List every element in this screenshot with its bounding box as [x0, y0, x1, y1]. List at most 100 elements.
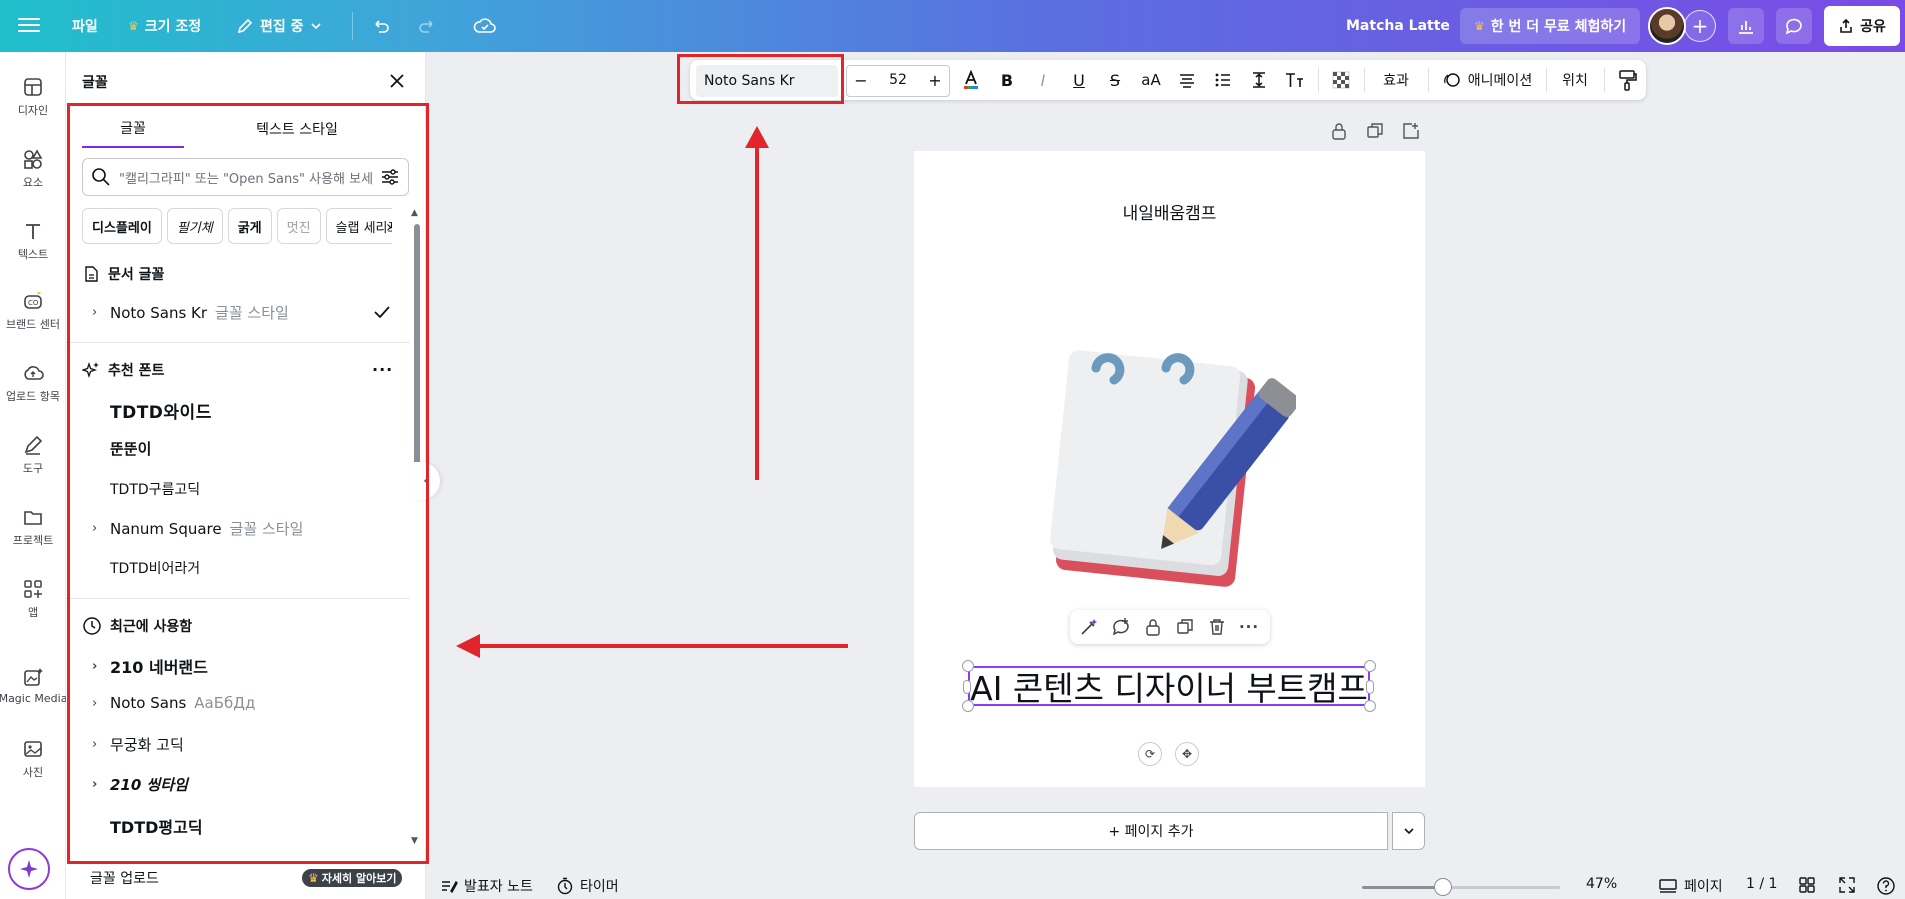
free-trial-button[interactable]: ♛ 한 번 더 무료 체험하기: [1460, 8, 1641, 44]
avatar[interactable]: [1648, 7, 1686, 45]
zoom-slider-knob[interactable]: [1434, 878, 1452, 896]
position-button[interactable]: 위치: [1554, 60, 1596, 100]
redo-icon[interactable]: [412, 11, 442, 41]
upload-font-link[interactable]: 글꼴 업로드: [90, 868, 159, 888]
rail-tools[interactable]: 도구: [0, 434, 66, 476]
project-name[interactable]: Matcha Latte: [1346, 0, 1450, 52]
resize-handle[interactable]: [962, 660, 974, 672]
italic-icon[interactable]: I: [1028, 60, 1058, 100]
divider: [1604, 68, 1605, 92]
text-size-icon[interactable]: [1280, 60, 1310, 100]
timer-button[interactable]: 타이머: [556, 876, 619, 896]
file-menu[interactable]: 파일: [72, 0, 98, 52]
comment-add-icon[interactable]: [1110, 616, 1132, 638]
side-handle[interactable]: [963, 680, 971, 694]
strikethrough-icon[interactable]: S: [1100, 60, 1130, 100]
underline-icon[interactable]: U: [1064, 60, 1094, 100]
panel-title: 글꼴: [82, 75, 108, 91]
bold-icon[interactable]: B: [992, 60, 1022, 100]
move-icon[interactable]: ✥: [1175, 742, 1199, 766]
rail-text[interactable]: 텍스트: [0, 220, 66, 262]
top-bar: 파일 ♛ 크기 조정 편집 중 Matcha Latte ♛ 한 번 더 무료 …: [0, 0, 1905, 52]
rail-tools-label: 도구: [22, 462, 44, 475]
notes-icon: [442, 880, 458, 894]
rail-elements-label: 요소: [22, 176, 44, 189]
rail-uploads[interactable]: 업로드 항목: [0, 362, 66, 404]
learn-more-badge[interactable]: ♛ 자세히 알아보기: [302, 869, 403, 887]
divider: [1546, 68, 1547, 92]
resize-handle[interactable]: [962, 700, 974, 712]
resize-handle[interactable]: [1364, 660, 1376, 672]
rail-photos[interactable]: 사진: [0, 738, 66, 780]
divider: [352, 12, 353, 40]
text-color-icon[interactable]: [956, 60, 986, 100]
presenter-notes-button[interactable]: 발표자 노트: [440, 876, 533, 896]
transparency-icon[interactable]: [1326, 60, 1356, 100]
canvas-title-text[interactable]: AI 콘텐츠 디자이너 부트캠프: [968, 666, 1370, 708]
effects-label: 효과: [1383, 73, 1409, 89]
annotation-arrow-left-line: [476, 644, 848, 648]
trash-icon[interactable]: [1206, 616, 1228, 638]
rail-apps[interactable]: 앱: [0, 578, 66, 620]
add-page-label: + 페이지 추가: [1108, 824, 1194, 840]
font-size-input[interactable]: 52: [876, 60, 920, 100]
page-count: 1 / 1: [1746, 876, 1777, 892]
insights-icon[interactable]: [1728, 8, 1764, 44]
bullet-list-icon[interactable]: [1208, 60, 1238, 100]
grid-view-icon[interactable]: [1798, 876, 1816, 894]
rail-design[interactable]: 디자인: [0, 76, 66, 118]
zoom-level[interactable]: 47%: [1586, 876, 1617, 892]
resize-handle[interactable]: [1364, 700, 1376, 712]
more-options-icon[interactable]: ···: [1238, 616, 1260, 638]
add-collaborator-button[interactable]: +: [1684, 10, 1716, 42]
lock-icon[interactable]: [1328, 120, 1350, 142]
rail-brand[interactable]: CO 브랜드 센터: [0, 290, 66, 332]
letter-case-icon[interactable]: aA: [1136, 60, 1166, 100]
cloud-saved-icon[interactable]: [470, 11, 500, 41]
close-icon[interactable]: [386, 70, 408, 92]
magic-assistant-button[interactable]: [8, 848, 50, 890]
increase-size-button[interactable]: +: [922, 60, 948, 100]
rotate-icon[interactable]: ⟳: [1138, 742, 1162, 766]
presenter-notes-label: 발표자 노트: [464, 879, 533, 895]
rail-magic-media-label: Magic Media: [0, 692, 68, 705]
add-page-button[interactable]: + 페이지 추가: [914, 812, 1388, 850]
magic-edit-icon[interactable]: [1078, 616, 1100, 638]
cloud-upload-icon: [24, 366, 44, 380]
copy-style-icon[interactable]: [1612, 60, 1642, 100]
photo-icon: [24, 741, 42, 757]
project-name-label: Matcha Latte: [1346, 18, 1450, 34]
editing-mode-button[interactable]: 편집 중: [236, 0, 322, 52]
page-header-text[interactable]: 내일배움캠프: [914, 199, 1425, 224]
decrease-size-button[interactable]: −: [848, 60, 874, 100]
duplicate-icon[interactable]: [1174, 616, 1196, 638]
apps-icon: [24, 580, 42, 598]
fullscreen-icon[interactable]: [1838, 876, 1856, 894]
rail-projects[interactable]: 프로젝트: [0, 506, 66, 548]
annotation-arrowhead-left: [456, 634, 480, 658]
comment-icon[interactable]: [1776, 8, 1812, 44]
add-page-icon[interactable]: [1400, 120, 1422, 142]
animation-button[interactable]: 애니메이션: [1436, 60, 1538, 100]
zoom-slider-fill: [1362, 886, 1442, 889]
duplicate-page-icon[interactable]: [1364, 120, 1386, 142]
line-spacing-icon[interactable]: [1244, 60, 1274, 100]
notebook-pencil-illustration[interactable]: [1036, 340, 1296, 600]
resize-button[interactable]: ♛ 크기 조정: [128, 0, 201, 52]
help-icon[interactable]: [1876, 876, 1896, 896]
share-label: 공유: [1860, 19, 1886, 35]
rail-magic-media[interactable]: Magic Media: [0, 666, 68, 705]
pages-button[interactable]: 페이지: [1658, 876, 1723, 896]
free-trial-label: 한 번 더 무료 체험하기: [1490, 19, 1627, 35]
undo-icon[interactable]: [366, 11, 396, 41]
zoom-value: 47%: [1586, 876, 1618, 892]
rail-elements[interactable]: 요소: [0, 148, 66, 190]
share-button[interactable]: 공유: [1824, 6, 1900, 46]
align-center-icon[interactable]: [1172, 60, 1202, 100]
side-handle[interactable]: [1366, 680, 1374, 694]
menu-icon[interactable]: [18, 14, 40, 36]
sparkle-icon: [20, 860, 38, 878]
effects-button[interactable]: 효과: [1372, 60, 1420, 100]
chevron-down-icon[interactable]: [1392, 812, 1425, 850]
lock-icon[interactable]: [1142, 616, 1164, 638]
